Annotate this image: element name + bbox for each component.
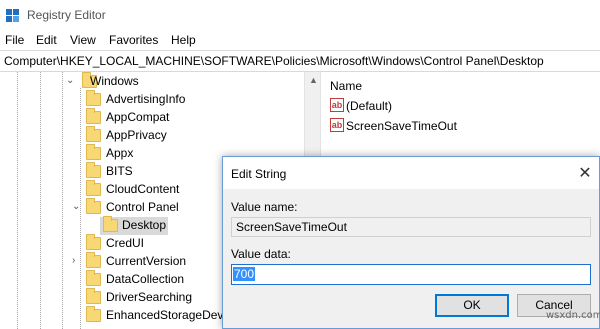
folder-icon (86, 270, 101, 286)
folder-icon (86, 252, 101, 268)
column-header-name[interactable]: Name (330, 79, 362, 93)
tree-node-label: AdvertisingInfo (106, 92, 186, 106)
value-data-input[interactable]: 700 (231, 264, 591, 285)
tree-node-label: CurrentVersion (106, 254, 187, 268)
address-bar[interactable]: Computer\HKEY_LOCAL_MACHINE\SOFTWARE\Pol… (0, 50, 600, 72)
folder-icon (86, 144, 101, 160)
dialog-title-bar[interactable]: Edit String ✕ (223, 157, 599, 189)
tree-node-label: AppPrivacy (106, 128, 167, 142)
folder-icon (103, 216, 118, 232)
folder-icon (86, 306, 101, 322)
tree-guide-line (62, 72, 63, 329)
folder-icon (86, 198, 101, 214)
menu-edit[interactable]: Edit (36, 33, 57, 47)
scroll-up-icon[interactable]: ▲ (309, 75, 318, 85)
folder-icon (86, 234, 101, 250)
tree-node-label: Desktop (122, 218, 167, 232)
value-name-label: Value name: (231, 200, 298, 214)
folder-icon (86, 162, 101, 178)
value-name-field: ScreenSaveTimeOut (231, 217, 591, 237)
menu-favorites[interactable]: Favorites (109, 33, 158, 47)
collapse-icon[interactable]: ⌄ (72, 201, 80, 212)
tree-node-label: AppCompat (106, 110, 170, 124)
tree-node-label: DriverSearching (106, 290, 193, 304)
tree-node-appcompat[interactable]: AppCompat (80, 108, 302, 127)
folder-icon (86, 90, 101, 106)
menu-view[interactable]: View (70, 33, 96, 47)
ok-button[interactable]: OK (435, 294, 509, 317)
registry-editor-icon (6, 9, 20, 22)
menu-file[interactable]: File (5, 33, 24, 47)
collapse-icon[interactable]: ⌄ (66, 75, 74, 86)
tree-node-label: EnhancedStorageDevi (106, 308, 227, 322)
tree-node-desktop[interactable]: Desktop (100, 216, 168, 235)
tree-guide-line (17, 72, 18, 329)
tree-node-label: DataCollection (106, 272, 185, 286)
tree-node-advertisinginfo[interactable]: AdvertisingInfo (80, 90, 302, 109)
expand-icon[interactable]: › (72, 255, 75, 266)
folder-icon (86, 288, 101, 304)
folder-icon (86, 108, 101, 124)
tree-node-label: Control Panel (106, 200, 179, 214)
tree-guide-line (40, 72, 41, 329)
close-icon[interactable]: ✕ (575, 163, 595, 183)
dialog-title: Edit String (231, 167, 287, 181)
menu-bar: File Edit View Favorites Help (0, 30, 600, 50)
string-value-icon: ab (330, 118, 344, 132)
tree-node-label: Windows (90, 74, 139, 88)
address-path[interactable]: Computer\HKEY_LOCAL_MACHINE\SOFTWARE\Pol… (4, 54, 544, 68)
tree-node-label: Appx (106, 146, 134, 160)
menu-help[interactable]: Help (171, 33, 196, 47)
value-name: ScreenSaveTimeOut (346, 119, 457, 133)
folder-icon (86, 126, 101, 142)
tree-node-label: CredUI (106, 236, 145, 250)
window-title: Registry Editor (27, 8, 106, 22)
value-name-text: ScreenSaveTimeOut (236, 220, 347, 234)
folder-icon (86, 180, 101, 196)
tree-node-label: CloudContent (106, 182, 180, 196)
tree-node-windows[interactable]: ⌄ Windows (62, 72, 302, 91)
value-data-text: 700 (233, 267, 256, 281)
value-data-label: Value data: (231, 247, 291, 261)
tree-node-label: BITS (106, 164, 133, 178)
tree-node-appprivacy[interactable]: AppPrivacy (80, 126, 302, 145)
title-bar: Registry Editor (0, 0, 600, 30)
value-name: (Default) (346, 99, 393, 113)
watermark-text: wsxdn.com (546, 310, 600, 321)
string-value-icon: ab (330, 98, 344, 112)
edit-string-dialog: Edit String ✕ Value name: ScreenSaveTime… (222, 156, 600, 329)
